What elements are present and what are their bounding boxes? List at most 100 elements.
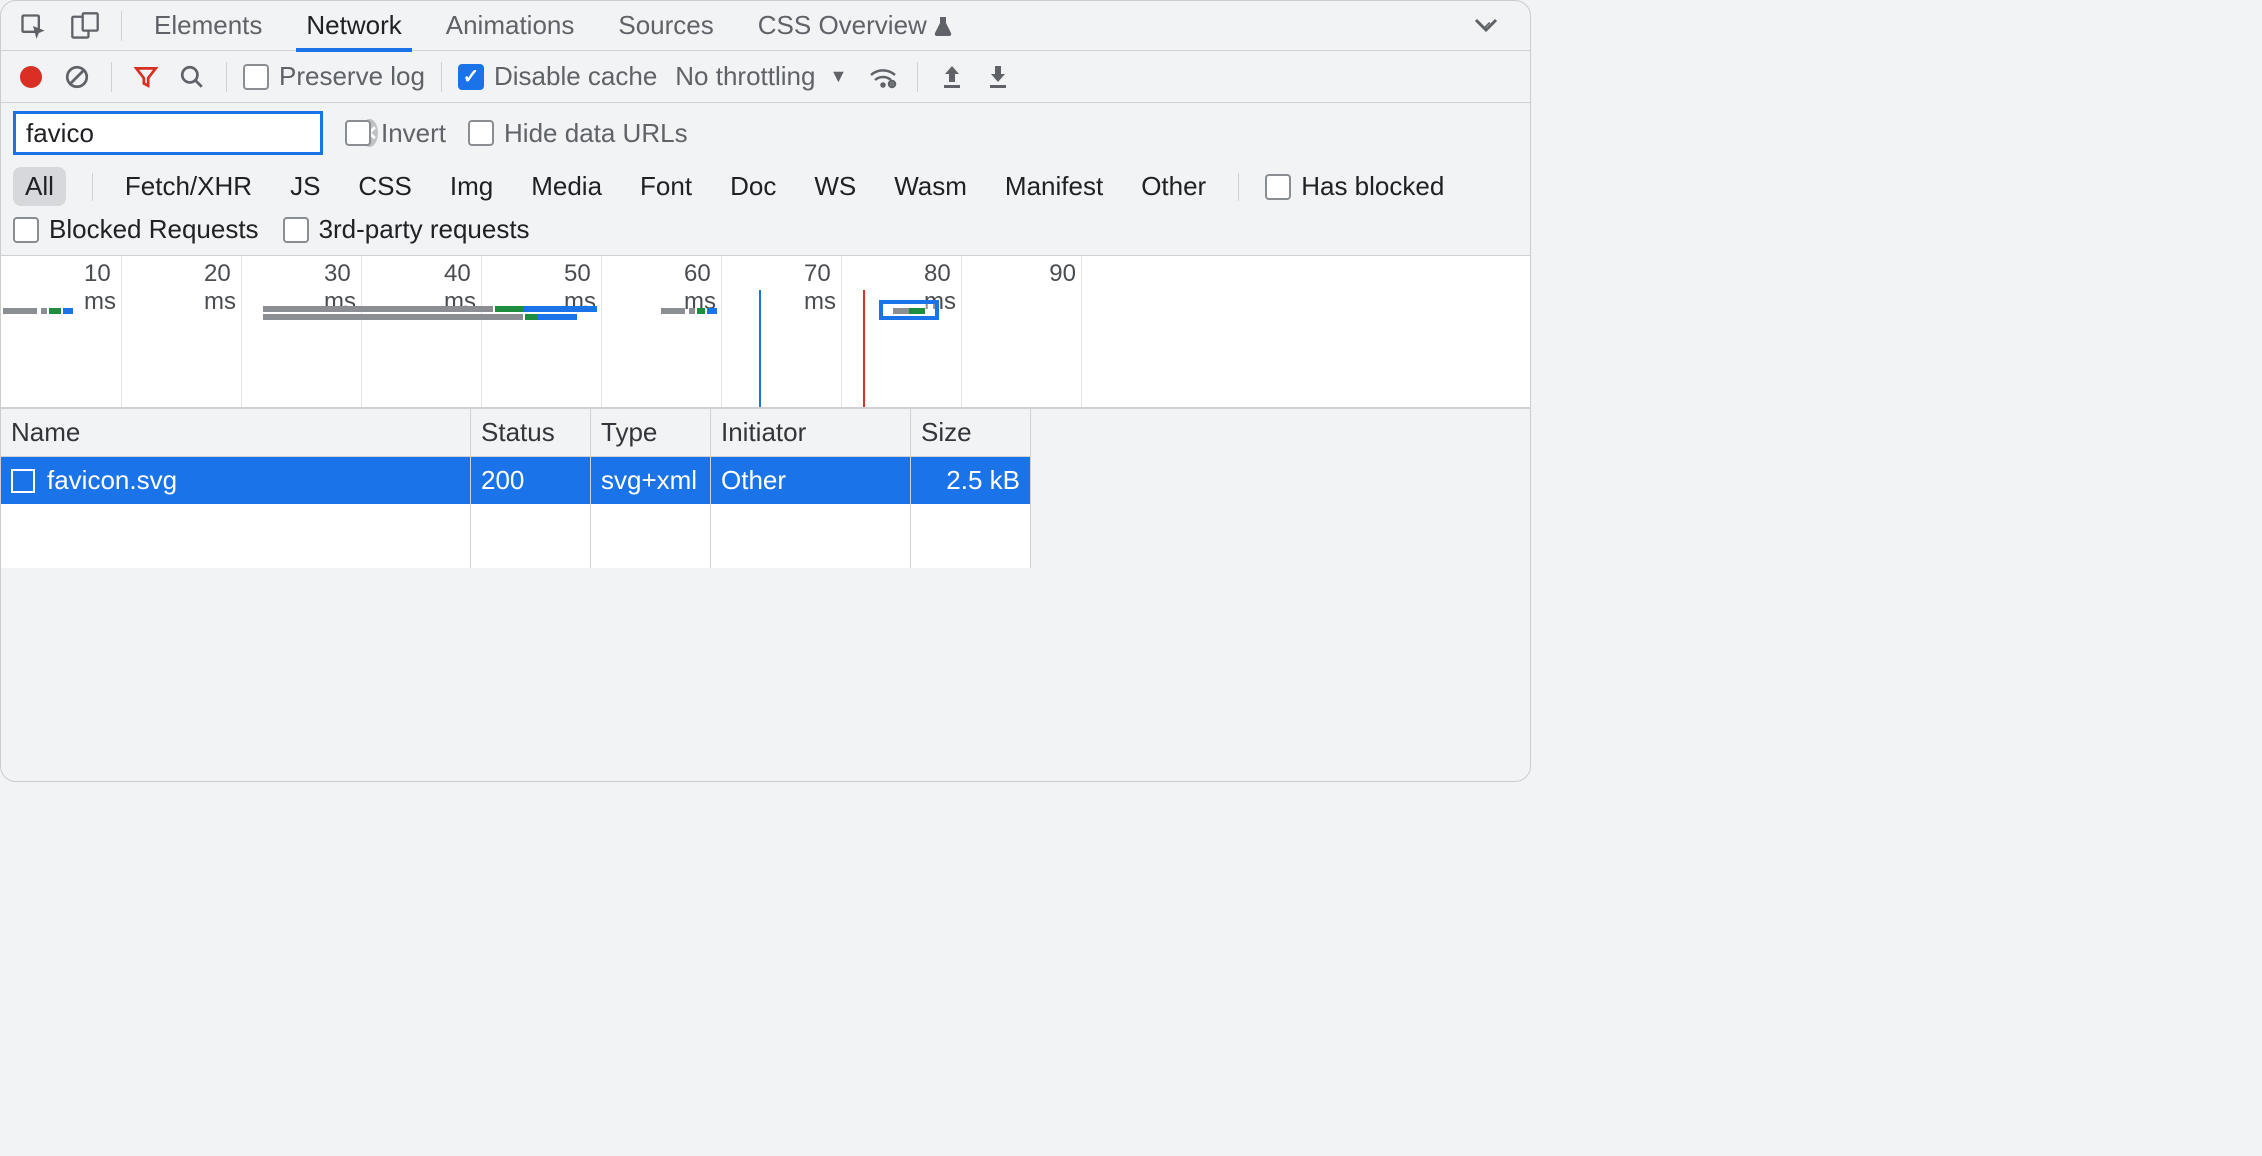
filter-all[interactable]: All: [13, 167, 66, 206]
tab-sources[interactable]: Sources: [600, 1, 731, 51]
download-har-icon[interactable]: [980, 59, 1016, 95]
checkbox-icon: [458, 64, 484, 90]
timeline-overview[interactable]: 10 ms 20 ms 30 ms 40 ms 50 ms 60 ms 70 m…: [1, 256, 1530, 408]
divider: [917, 62, 918, 92]
divider: [111, 62, 112, 92]
cell-size: 2.5 kB: [911, 457, 1031, 504]
invert-checkbox[interactable]: Invert: [345, 118, 446, 149]
timeline-bar: [689, 308, 695, 314]
col-name[interactable]: Name: [1, 409, 471, 457]
tab-css-overview[interactable]: CSS Overview: [740, 1, 971, 51]
timeline-bar: [525, 314, 537, 320]
device-toolbar-icon[interactable]: [63, 4, 107, 48]
timeline-bar: [263, 314, 523, 320]
checkbox-icon: [13, 217, 39, 243]
filter-bar: ✕ Invert Hide data URLs: [1, 103, 1530, 163]
checkbox-icon: [468, 120, 494, 146]
upload-har-icon[interactable]: [934, 59, 970, 95]
filter-css[interactable]: CSS: [352, 167, 417, 206]
tick-label: 90: [1049, 260, 1076, 288]
filter-doc[interactable]: Doc: [724, 167, 782, 206]
network-conditions-icon[interactable]: [865, 59, 901, 95]
tick-label: 20 ms: [204, 260, 236, 316]
type-filter-row-2: Blocked Requests 3rd-party requests: [1, 210, 1530, 256]
label: Disable cache: [494, 61, 657, 92]
network-toolbar: Preserve log Disable cache No throttling…: [1, 51, 1530, 103]
cell-initiator: Other: [711, 457, 911, 504]
timeline-bar: [893, 308, 909, 314]
timeline-bar: [63, 308, 73, 314]
more-tabs-icon[interactable]: [1476, 4, 1520, 48]
label: Preserve log: [279, 61, 425, 92]
blocked-requests-checkbox[interactable]: Blocked Requests: [13, 214, 259, 245]
timeline-selection[interactable]: [879, 300, 939, 320]
timeline-bar: [523, 306, 597, 312]
filter-media[interactable]: Media: [525, 167, 608, 206]
col-initiator[interactable]: Initiator: [711, 409, 911, 457]
record-button[interactable]: [13, 59, 49, 95]
filter-fetch-xhr[interactable]: Fetch/XHR: [119, 167, 258, 206]
col-type[interactable]: Type: [591, 409, 711, 457]
col-status[interactable]: Status: [471, 409, 591, 457]
divider: [441, 62, 442, 92]
label: Blocked Requests: [49, 214, 259, 245]
throttling-select[interactable]: No throttling ▼: [667, 61, 855, 92]
timeline-bar: [3, 308, 37, 314]
label: Hide data URLs: [504, 118, 688, 149]
tick-label: 10 ms: [84, 260, 116, 316]
divider: [226, 62, 227, 92]
tab-elements[interactable]: Elements: [136, 1, 280, 51]
timeline-bar: [49, 308, 61, 314]
search-icon[interactable]: [174, 59, 210, 95]
filter-js[interactable]: JS: [284, 167, 326, 206]
filter-other[interactable]: Other: [1135, 167, 1212, 206]
label: Has blocked: [1301, 171, 1444, 202]
inspect-element-icon[interactable]: [11, 4, 55, 48]
devtools-tabstrip: Elements Network Animations Sources CSS …: [1, 1, 1530, 51]
tick-label: 70 ms: [804, 260, 836, 316]
divider: [121, 11, 122, 41]
clear-button[interactable]: [59, 59, 95, 95]
timeline-bar: [41, 308, 47, 314]
filter-input[interactable]: [26, 118, 361, 149]
flask-icon: [933, 15, 953, 37]
timeline-bar: [661, 308, 685, 314]
hide-data-urls-checkbox[interactable]: Hide data URLs: [468, 118, 688, 149]
timeline-bar: [707, 308, 717, 314]
filter-manifest[interactable]: Manifest: [999, 167, 1109, 206]
cell-type: svg+xml: [591, 457, 711, 504]
chevron-down-icon: ▼: [829, 66, 847, 87]
cell-name: favicon.svg: [47, 465, 177, 495]
type-filter-row: All Fetch/XHR JS CSS Img Media Font Doc …: [1, 163, 1530, 210]
filter-wasm[interactable]: Wasm: [888, 167, 973, 206]
col-size[interactable]: Size: [911, 409, 1031, 457]
tab-label: CSS Overview: [758, 10, 927, 41]
load-line: [863, 290, 865, 407]
tab-network[interactable]: Network: [288, 1, 419, 51]
disable-cache-checkbox[interactable]: Disable cache: [458, 61, 657, 92]
preserve-log-checkbox[interactable]: Preserve log: [243, 61, 425, 92]
tab-animations[interactable]: Animations: [428, 1, 593, 51]
checkbox-icon: [345, 120, 371, 146]
third-party-checkbox[interactable]: 3rd-party requests: [283, 214, 530, 245]
checkbox-icon: [1265, 174, 1291, 200]
filter-icon[interactable]: [128, 59, 164, 95]
file-icon: [11, 469, 35, 493]
label: Invert: [381, 118, 446, 149]
timeline-bar: [495, 306, 523, 312]
divider: [1238, 173, 1239, 201]
has-blocked-checkbox[interactable]: Has blocked: [1265, 171, 1444, 202]
checkbox-icon: [243, 64, 269, 90]
timeline-bar: [263, 306, 493, 312]
filter-input-container: ✕: [13, 111, 323, 155]
timeline-bar: [537, 314, 577, 320]
timeline-bar: [697, 308, 705, 314]
filter-ws[interactable]: WS: [808, 167, 862, 206]
filter-font[interactable]: Font: [634, 167, 698, 206]
divider: [92, 173, 93, 201]
timeline-bar: [909, 308, 925, 314]
filter-img[interactable]: Img: [444, 167, 499, 206]
label: 3rd-party requests: [319, 214, 530, 245]
throttling-value: No throttling: [675, 61, 815, 92]
cell-status: 200: [471, 457, 591, 504]
